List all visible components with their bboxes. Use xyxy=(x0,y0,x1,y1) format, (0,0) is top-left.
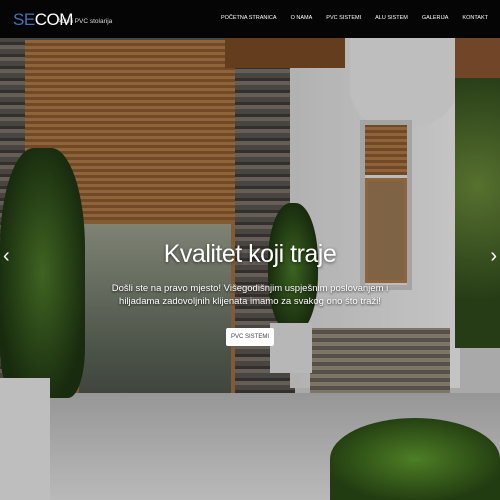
logo-se: SE xyxy=(13,10,35,29)
pvc-systems-button[interactable]: PVC SISTEMI xyxy=(225,328,274,346)
site-header: SECOM ALU i PVC stolarija POČETNA STRANI… xyxy=(0,0,500,38)
main-nav: POČETNA STRANICA O NAMA PVC SISTEMI ALU … xyxy=(221,15,488,21)
tagline: ALU i PVC stolarija xyxy=(57,18,113,25)
next-slide-icon[interactable]: › xyxy=(490,245,497,268)
nav-pvc[interactable]: PVC SISTEMI xyxy=(326,15,361,21)
hero-subtitle: Došli ste na pravo mjesto! Višegodišnjim… xyxy=(100,282,400,308)
subtitle-line-2: hiljadama zadovoljnih klijenata imamo za… xyxy=(119,296,381,307)
nav-gallery[interactable]: GALERIJA xyxy=(422,15,449,21)
hero-caption: Kvalitet koji traje Došli ste na pravo m… xyxy=(100,240,400,346)
hero-title: Kvalitet koji traje xyxy=(163,240,337,268)
nav-about[interactable]: O NAMA xyxy=(291,15,313,21)
subtitle-line-1: Došli ste na pravo mjesto! Višegodišnjim… xyxy=(111,283,389,294)
nav-home[interactable]: POČETNA STRANICA xyxy=(221,15,277,21)
nav-contact[interactable]: KONTAKT xyxy=(462,15,488,21)
nav-alu[interactable]: ALU SISTEM xyxy=(375,15,408,21)
prev-slide-icon[interactable]: ‹ xyxy=(3,245,10,268)
